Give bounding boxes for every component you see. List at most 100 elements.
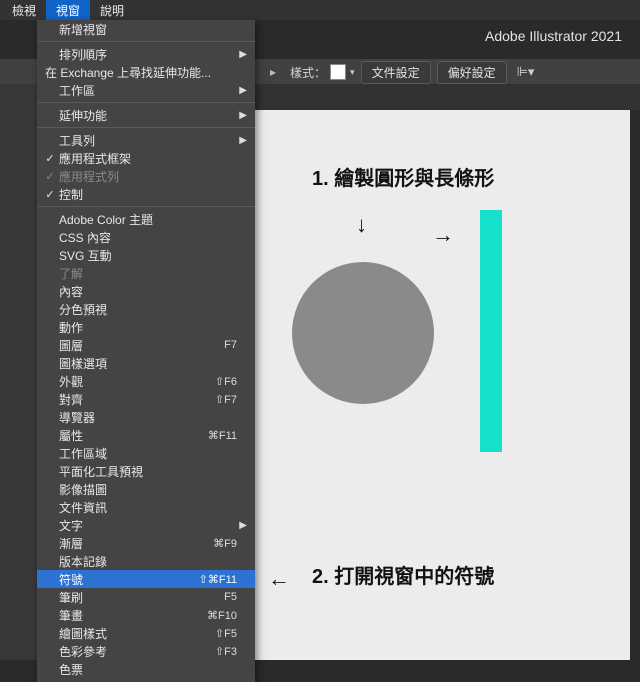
pref-button[interactable]: 偏好設定 xyxy=(437,61,507,84)
menu-item[interactable]: 平面化工具預視 xyxy=(37,462,255,480)
menu-separator xyxy=(37,127,255,128)
menu-item[interactable]: 外觀⇧F6 xyxy=(37,372,255,390)
menu-help[interactable]: 說明 xyxy=(90,0,134,21)
annotation-step2: 2. 打開視窗中的符號 xyxy=(312,560,494,589)
menu-item[interactable]: 對齊⇧F7 xyxy=(37,390,255,408)
menu-item-label: 版本記錄 xyxy=(57,553,193,570)
left-arrow-icon: ← xyxy=(268,566,290,592)
menu-item-label: 符號 xyxy=(57,571,193,588)
menu-item[interactable]: 工作區域 xyxy=(37,444,255,462)
style-swatch[interactable] xyxy=(330,64,346,80)
chevron-right-icon: ▸ xyxy=(270,65,276,79)
menu-item-label: 應用程式框架 xyxy=(57,150,193,167)
teal-bar xyxy=(480,210,502,452)
menu-item-label: 筆刷 xyxy=(57,589,193,606)
menu-item[interactable]: 延伸功能 ▶ xyxy=(37,106,255,124)
menu-item[interactable]: 漸層⌘F9 xyxy=(37,534,255,552)
menu-item[interactable]: ✓控制 xyxy=(37,185,255,203)
menu-item-label: 筆畫 xyxy=(57,607,193,624)
menu-item[interactable]: 繪圖樣式⇧F5 xyxy=(37,624,255,642)
menu-item[interactable]: 色票 xyxy=(37,660,255,678)
menu-item[interactable]: CSS 內容 xyxy=(37,228,255,246)
menu-item-label: 工具列 xyxy=(57,132,193,149)
menu-item[interactable]: 圖樣選項 xyxy=(37,354,255,372)
menu-item-label: 對齊 xyxy=(57,391,193,408)
annotation-step1: 1. 繪製圓形與長條形 xyxy=(312,162,494,191)
menu-item-label: 平面化工具預視 xyxy=(57,463,193,480)
menu-item-label: 動作 xyxy=(57,319,193,336)
menu-shortcut: ⇧F6 xyxy=(193,375,237,388)
menu-item[interactable]: 文字 ▶ xyxy=(37,516,255,534)
submenu-arrow-icon: ▶ xyxy=(237,49,247,60)
submenu-arrow-icon: ▶ xyxy=(237,85,247,96)
menu-item[interactable]: 排列順序 ▶ xyxy=(37,45,255,63)
menu-shortcut: F5 xyxy=(193,591,237,603)
menu-item: ✓應用程式列 xyxy=(37,167,255,185)
menu-item-label: 影像描圖 xyxy=(57,481,193,498)
menu-item[interactable]: 工作區 ▶ xyxy=(37,81,255,99)
menu-item-label: Adobe Color 主題 xyxy=(57,211,193,228)
menu-item[interactable]: 屬性⌘F11 xyxy=(37,426,255,444)
menu-item[interactable]: 動作 xyxy=(37,318,255,336)
menu-item-label: 文字 xyxy=(57,517,193,534)
menu-item[interactable]: 文件資訊 xyxy=(37,498,255,516)
menu-item-label: 控制 xyxy=(57,186,193,203)
check-icon: ✓ xyxy=(43,170,57,183)
menu-item-label: 延伸功能 xyxy=(57,107,193,124)
right-arrow-icon: → xyxy=(432,222,454,248)
menu-item-label: 應用程式列 xyxy=(57,168,193,185)
menu-item-label: SVG 互動 xyxy=(57,247,193,264)
menu-item: 了解 xyxy=(37,264,255,282)
down-arrow-icon: ↓ xyxy=(356,212,367,238)
menu-item[interactable]: 圖層F7 xyxy=(37,336,255,354)
check-icon: ✓ xyxy=(43,188,57,201)
submenu-arrow-icon: ▶ xyxy=(237,520,247,531)
menu-item[interactable]: 筆畫⌘F10 xyxy=(37,606,255,624)
menu-item-label: 圖樣選項 xyxy=(57,355,193,372)
menu-item[interactable]: 在 Exchange 上尋找延伸功能... xyxy=(37,63,255,81)
menu-item[interactable]: 符號⇧⌘F11 xyxy=(37,570,255,588)
menu-shortcut: ⌘F10 xyxy=(193,609,237,622)
menu-view[interactable]: 檢視 xyxy=(2,0,46,21)
menu-item[interactable]: 內容 xyxy=(37,282,255,300)
menu-item[interactable]: ✓應用程式框架 xyxy=(37,149,255,167)
menu-item-label: 新增視窗 xyxy=(57,21,193,38)
menu-item-label: 在 Exchange 上尋找延伸功能... xyxy=(43,64,211,81)
menu-item-label: CSS 內容 xyxy=(57,229,193,246)
menu-item[interactable]: 版本記錄 xyxy=(37,552,255,570)
menu-window[interactable]: 視窗 xyxy=(46,0,90,21)
check-icon: ✓ xyxy=(43,152,57,165)
menu-item-label: 工作區 xyxy=(57,82,193,99)
menu-item[interactable]: 色彩參考⇧F3 xyxy=(37,642,255,660)
menu-shortcut: ⇧F7 xyxy=(193,393,237,406)
menu-item-label: 文件資訊 xyxy=(57,499,193,516)
menu-item[interactable]: 工具列 ▶ xyxy=(37,131,255,149)
menu-item[interactable]: SVG 互動 xyxy=(37,246,255,264)
menu-shortcut: F7 xyxy=(193,339,237,351)
menu-item[interactable]: 筆刷F5 xyxy=(37,588,255,606)
menu-item-label: 外觀 xyxy=(57,373,193,390)
menu-item[interactable]: 導覽器 xyxy=(37,408,255,426)
menu-item-label: 漸層 xyxy=(57,535,193,552)
menu-item-label: 排列順序 xyxy=(57,46,193,63)
menu-shortcut: ⇧⌘F11 xyxy=(193,573,237,586)
submenu-arrow-icon: ▶ xyxy=(237,135,247,146)
menu-item-label: 圖層 xyxy=(57,337,193,354)
menu-item-label: 了解 xyxy=(57,265,193,282)
menu-item[interactable]: 分色預視 xyxy=(37,300,255,318)
menu-item-label: 繪圖樣式 xyxy=(57,625,193,642)
submenu-arrow-icon: ▶ xyxy=(237,110,247,121)
menu-item[interactable]: Adobe Color 主題 xyxy=(37,210,255,228)
menu-shortcut: ⇧F5 xyxy=(193,627,237,640)
menubar: 檢視 視窗 說明 xyxy=(0,0,640,20)
style-caret-icon[interactable]: ▾ xyxy=(350,67,355,78)
menu-item-label: 分色預視 xyxy=(57,301,193,318)
menu-item[interactable]: 新增視窗 xyxy=(37,20,255,38)
doc-setup-button[interactable]: 文件設定 xyxy=(361,61,431,84)
style-label: 樣式： xyxy=(290,64,326,81)
window-menu-dropdown: 新增視窗排列順序▶在 Exchange 上尋找延伸功能...工作區▶延伸功能▶工… xyxy=(37,20,255,682)
menu-shortcut: ⇧F3 xyxy=(193,645,237,658)
menu-item[interactable]: 影像描圖 xyxy=(37,480,255,498)
align-icon[interactable]: ⊫▾ xyxy=(517,64,535,80)
menu-shortcut: ⌘F9 xyxy=(193,537,237,550)
